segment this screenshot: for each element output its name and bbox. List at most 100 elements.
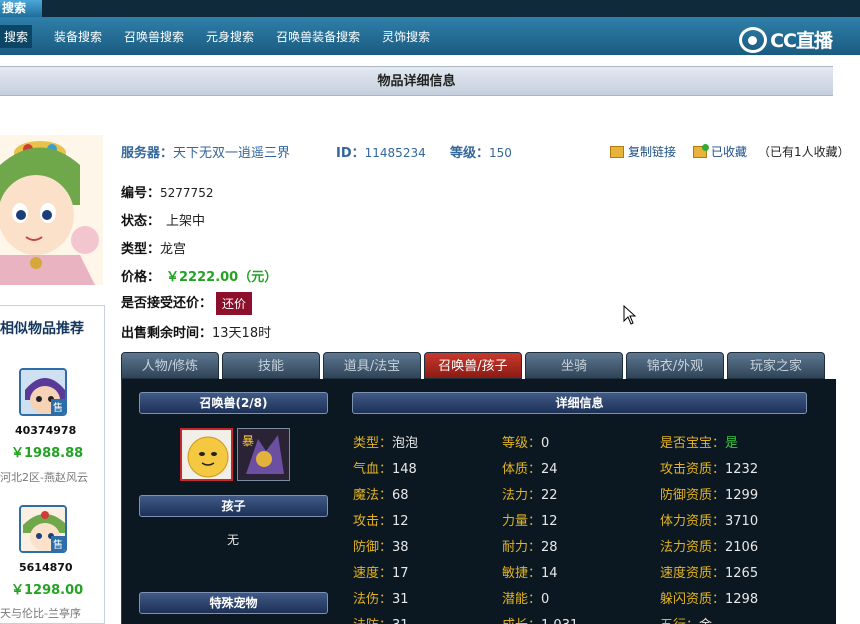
child-header: 孩子 <box>139 495 328 517</box>
stat-col3-3: 体力资质：3710 <box>660 510 758 529</box>
status-row: 状态： 上架中 <box>121 210 205 229</box>
stat-value: 14 <box>541 566 558 581</box>
stat-value: 1.031 <box>541 618 578 624</box>
stat-value: 金 <box>699 618 712 624</box>
tab-character[interactable]: 人物/修炼 <box>121 352 219 379</box>
stat-col2-1: 体质：24 <box>502 458 558 477</box>
stat-label: 法伤： <box>353 592 393 607</box>
special-pet-header: 特殊宠物 <box>139 592 328 614</box>
level-row: 等级：150 <box>450 142 512 161</box>
stat-col3-1: 攻击资质：1232 <box>660 458 758 477</box>
pet-slot-1[interactable] <box>180 428 233 481</box>
stat-label: 五行： <box>660 618 699 624</box>
stat-col3-7: 五行：金 <box>660 614 712 624</box>
stat-col2-7: 成长：1.031 <box>502 614 578 624</box>
stat-label: 速度： <box>353 566 393 581</box>
stat-value: 3710 <box>725 514 759 529</box>
stat-label: 敏捷： <box>502 566 542 581</box>
stat-col3-0: 是否宝宝：是 <box>660 432 738 451</box>
stat-label: 防御： <box>353 540 393 555</box>
type-row: 类型：龙宫 <box>121 238 186 257</box>
stat-value: 12 <box>392 514 409 529</box>
rec-item-1-server: 河北2区-燕赵风云 <box>0 471 88 484</box>
stat-col2-0: 等级：0 <box>502 432 549 451</box>
stat-label: 攻击资质： <box>660 462 726 477</box>
stat-label: 防御资质： <box>660 488 726 503</box>
serial-label: 编号： <box>121 186 161 201</box>
top-strip: 搜索 <box>0 0 860 17</box>
stat-col3-5: 速度资质：1265 <box>660 562 758 581</box>
stat-value: 1298 <box>725 592 759 607</box>
counter-offer-row: 是否接受还价： 还价 <box>121 292 253 315</box>
top-search-tab[interactable]: 搜索 <box>0 0 42 17</box>
nav-pet-search[interactable]: 召唤兽搜索 <box>124 28 184 45</box>
stat-col2-3: 力量：12 <box>502 510 558 529</box>
stat-label: 等级： <box>502 436 542 451</box>
stat-label: 是否宝宝： <box>660 436 726 451</box>
tab-pets[interactable]: 召唤兽/孩子 <box>424 352 522 379</box>
tab-skills[interactable]: 技能 <box>222 352 320 379</box>
stat-value: 1232 <box>725 462 759 477</box>
pet-slot-2-glyph: 暴 <box>242 434 254 448</box>
rec-item-1-id[interactable]: 40374978 <box>15 424 76 437</box>
stat-label: 类型： <box>353 436 393 451</box>
detail-tabs: 人物/修炼 技能 道具/法宝 召唤兽/孩子 坐骑 锦衣/外观 玩家之家 <box>121 352 833 379</box>
type-value: 龙宫 <box>160 242 187 257</box>
stat-col3-2: 防御资质：1299 <box>660 484 758 503</box>
nav-pet-equipment-search[interactable]: 召唤兽装备搜索 <box>276 28 360 45</box>
rec-item-2-id[interactable]: 5614870 <box>19 561 73 574</box>
id-value: 11485234 <box>364 146 426 160</box>
tab-mounts[interactable]: 坐骑 <box>525 352 623 379</box>
stat-value: 28 <box>541 540 558 555</box>
stat-col1-0: 类型：泡泡 <box>353 432 418 451</box>
tab-items[interactable]: 道具/法宝 <box>323 352 421 379</box>
bubble-pet-icon <box>182 430 231 479</box>
status-label: 状态： <box>121 214 161 229</box>
stat-value: 0 <box>541 436 550 451</box>
nav-equipment-search[interactable]: 装备搜索 <box>54 28 102 45</box>
stat-value: 31 <box>392 618 409 624</box>
nav-search[interactable]: 搜索 <box>0 24 33 48</box>
stat-value: 68 <box>392 488 409 503</box>
pet-detail-panel: 召唤兽(2/8) 暴 孩子 无 特殊宠物 详细信息 类型：泡泡 气血：148 魔法：… <box>121 379 836 624</box>
rec-item-2-thumb[interactable]: 售 <box>19 505 67 553</box>
status-value: 上架中 <box>166 214 206 229</box>
tab-outfits[interactable]: 锦衣/外观 <box>626 352 724 379</box>
serial-value: 5277752 <box>160 186 214 200</box>
time-left-value: 13天18时 <box>212 326 272 341</box>
stat-col1-7: 法防：31 <box>353 614 409 624</box>
stat-col2-2: 法力：22 <box>502 484 558 503</box>
stat-value: 1265 <box>725 566 759 581</box>
detail-info-header: 详细信息 <box>352 392 807 414</box>
copy-link-button[interactable]: 复制链接 <box>610 143 676 160</box>
stat-value: 2106 <box>725 540 759 555</box>
favorite-button[interactable]: 已收藏 <box>693 143 747 160</box>
nav-accessory-search[interactable]: 灵饰搜索 <box>382 28 430 45</box>
type-label: 类型： <box>121 242 161 257</box>
stat-value: 24 <box>541 462 558 477</box>
counter-offer-button[interactable]: 还价 <box>216 292 253 315</box>
stat-value: 38 <box>392 540 409 555</box>
nav-bar: 搜索 装备搜索 召唤兽搜索 元身搜索 召唤兽装备搜索 灵饰搜索 CC直播 <box>0 17 860 55</box>
stat-value: 0 <box>541 592 550 607</box>
nav-avatar-search[interactable]: 元身搜索 <box>206 28 254 45</box>
rec-item-1-thumb[interactable]: 售 <box>19 368 67 416</box>
tab-player-home[interactable]: 玩家之家 <box>727 352 825 379</box>
stat-col2-4: 耐力：28 <box>502 536 558 555</box>
stat-value: 148 <box>392 462 417 477</box>
stat-label: 法力资质： <box>660 540 726 555</box>
stat-label: 法防： <box>353 618 392 624</box>
stat-col1-2: 魔法：68 <box>353 484 409 503</box>
cc-logo-icon <box>739 26 768 53</box>
stat-label: 耐力： <box>502 540 542 555</box>
similar-items-panel: 相似物品推荐 售 40374978 ￥1988.88 河北2区-燕赵风云 售 5… <box>0 305 105 624</box>
stat-value: 17 <box>392 566 409 581</box>
level-label: 等级： <box>450 146 490 161</box>
stat-label: 体力资质： <box>660 514 726 529</box>
stat-col1-3: 攻击：12 <box>353 510 409 529</box>
stat-value: 22 <box>541 488 558 503</box>
stat-col1-6: 法伤：31 <box>353 588 409 607</box>
similar-items-title: 相似物品推荐 <box>0 321 84 337</box>
pet-slot-2[interactable]: 暴 <box>237 428 290 481</box>
stat-label: 速度资质： <box>660 566 726 581</box>
